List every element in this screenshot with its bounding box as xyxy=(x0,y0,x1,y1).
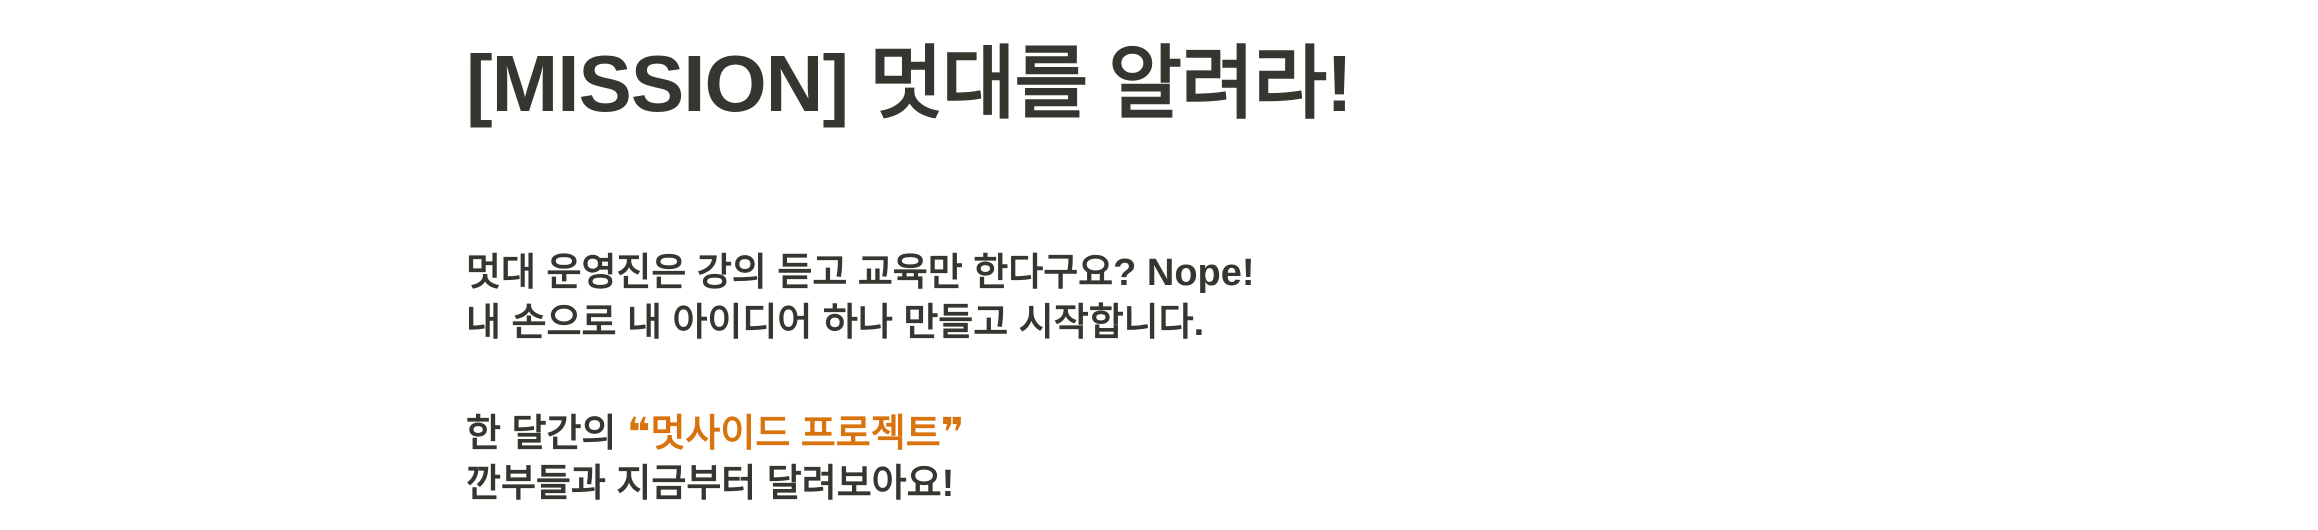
project-name-highlight: 멋사이드 프로젝트 xyxy=(650,413,941,455)
open-quote-icon: ❝ xyxy=(626,411,651,455)
project-line-prefix: 한 달간의 xyxy=(466,413,627,455)
page-title[interactable]: [MISSION] 멋대를 알려라! xyxy=(466,38,1353,130)
project-paragraph[interactable]: 한 달간의 ❝멋사이드 프로젝트❞ 깐부들과 지금부터 달려보아요! xyxy=(466,408,964,509)
intro-line-1: 멋대 운영진은 강의 듣고 교육만 한다구요? Nope! xyxy=(466,252,1255,294)
close-quote-icon: ❞ xyxy=(940,411,965,455)
intro-paragraph[interactable]: 멋대 운영진은 강의 듣고 교육만 한다구요? Nope! 내 손으로 내 아이… xyxy=(466,248,1255,348)
project-line-2: 깐부들과 지금부터 달려보아요! xyxy=(466,463,955,505)
intro-line-2: 내 손으로 내 아이디어 하나 만들고 시작합니다. xyxy=(466,302,1205,344)
